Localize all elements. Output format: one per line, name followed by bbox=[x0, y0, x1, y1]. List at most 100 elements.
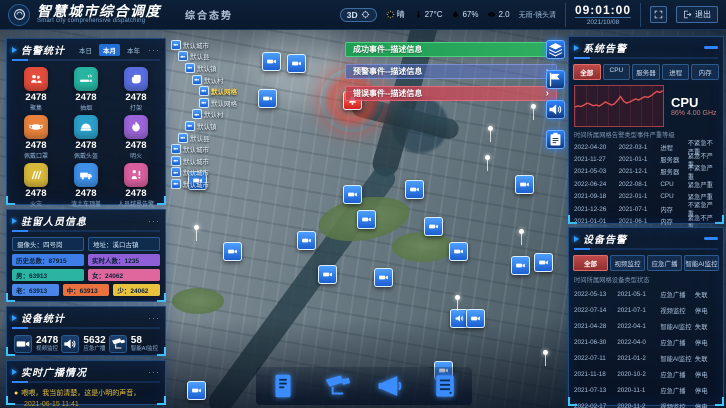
map-marker[interactable] bbox=[511, 256, 530, 275]
toolbar-button[interactable] bbox=[376, 371, 406, 401]
table-row[interactable]: 2022-06-24 2022-08-1 CPU 紧急严重 bbox=[574, 178, 718, 190]
table-row[interactable]: 2021-05-03 2021-12-1 服务器 不紧急严重 bbox=[574, 166, 718, 178]
map-marker[interactable] bbox=[449, 242, 468, 261]
layer-tree-item[interactable]: 默认村 bbox=[171, 74, 237, 86]
mode-3d-toggle[interactable]: 3D bbox=[340, 8, 377, 22]
alarm-stat-cell[interactable]: 2478 抽烟 bbox=[61, 67, 111, 112]
layer-tree-item[interactable]: 默认城市 bbox=[171, 178, 237, 190]
layer-tree-item[interactable]: 默认网格 bbox=[171, 97, 237, 109]
rail-button[interactable] bbox=[546, 70, 565, 89]
alarm-stat-cell[interactable]: 2478 打架 bbox=[111, 67, 161, 112]
toolbar-button[interactable] bbox=[322, 371, 352, 401]
device-stat-item[interactable]: 58 智能AI监控 bbox=[109, 335, 158, 353]
rail-button[interactable] bbox=[546, 40, 565, 59]
alarm-stat-cell[interactable]: 2478 明火 bbox=[111, 115, 161, 160]
table-row[interactable]: 2022-02-17 2020-11-2 视频监控 停电 bbox=[574, 398, 718, 408]
layer-tree-item[interactable]: 默认城市 bbox=[171, 39, 237, 51]
layer-tree-item[interactable]: 默认县 bbox=[171, 51, 237, 63]
rail-button[interactable] bbox=[546, 100, 565, 119]
device-alarm-tab[interactable]: 智能AI监控 bbox=[684, 255, 719, 271]
table-row[interactable]: 2021-04-28 2022-04-1 智能AI监控 失联 bbox=[574, 318, 718, 334]
more-menu-icon[interactable]: ··· bbox=[148, 218, 160, 224]
more-menu-icon[interactable]: ··· bbox=[148, 315, 160, 321]
poi-dot[interactable] bbox=[485, 155, 490, 160]
layer-tree-item[interactable]: 默认网格 bbox=[171, 85, 237, 97]
table-row[interactable]: 2021-11-18 2020-10-2 应急广播 停电 bbox=[574, 366, 718, 382]
alarm-stat-cell[interactable]: 2478 人员越界告警 bbox=[111, 163, 161, 208]
map-marker[interactable] bbox=[405, 180, 424, 199]
map-marker[interactable] bbox=[343, 185, 362, 204]
marker-icon bbox=[450, 243, 467, 260]
toolbar-button[interactable] bbox=[430, 371, 460, 401]
map-marker[interactable] bbox=[534, 253, 553, 272]
event-toast[interactable]: 错误事件--描述信息 › bbox=[345, 86, 557, 101]
map-marker[interactable] bbox=[287, 54, 306, 73]
system-alarm-tab[interactable]: 全部 bbox=[573, 64, 601, 80]
period-tab[interactable]: 本月 bbox=[99, 44, 120, 56]
map-marker[interactable] bbox=[223, 242, 242, 261]
map-marker[interactable] bbox=[515, 175, 534, 194]
layer-tree-item[interactable]: 默认村 bbox=[171, 109, 237, 121]
layer-tree-item[interactable]: 默认城市 bbox=[171, 143, 237, 155]
device-stat-item[interactable]: 2478 视频监控 bbox=[14, 335, 58, 353]
poi-dot[interactable] bbox=[531, 104, 536, 109]
rail-icon bbox=[547, 41, 564, 58]
device-alarm-tab[interactable]: 应急广播 bbox=[647, 255, 682, 271]
event-toast[interactable]: 成功事件--描述信息 › bbox=[345, 42, 557, 57]
toolbar-button[interactable] bbox=[268, 371, 298, 401]
map-marker[interactable] bbox=[318, 265, 337, 284]
device-alarm-tab[interactable]: 全部 bbox=[573, 255, 608, 271]
device-alarm-tab[interactable]: 视频监控 bbox=[610, 255, 645, 271]
more-menu-icon[interactable]: ··· bbox=[148, 369, 160, 375]
map-marker[interactable] bbox=[297, 231, 316, 250]
personnel-row: 男：63913女：24062 bbox=[12, 269, 160, 281]
marker-icon bbox=[259, 90, 276, 107]
table-row[interactable]: 2022-07-14 2021-07-1 视频监控 停电 bbox=[574, 302, 718, 318]
map-marker[interactable] bbox=[262, 52, 281, 71]
tab-overview[interactable]: 综合态势 bbox=[185, 7, 233, 22]
alarm-stat-cell[interactable]: 2478 火灾 bbox=[11, 163, 61, 208]
poi-dot[interactable] bbox=[488, 126, 493, 131]
layer-tree-item[interactable]: 默认县 bbox=[171, 132, 237, 144]
event-toast[interactable]: 预警事件--描述信息 › bbox=[345, 64, 557, 79]
map-marker[interactable] bbox=[258, 89, 277, 108]
toolbar-icon bbox=[268, 371, 298, 401]
scroll-indicator[interactable] bbox=[704, 237, 718, 240]
layer-tree-item[interactable]: 默认镇 bbox=[171, 62, 237, 74]
map-marker[interactable] bbox=[466, 309, 485, 328]
map-marker[interactable] bbox=[424, 217, 443, 236]
alarm-stat-cell[interactable]: 2478 佩戴口罩 bbox=[11, 115, 61, 160]
table-row[interactable]: 2021-07-13 2020-11-1 应急广播 停电 bbox=[574, 382, 718, 398]
layer-tree-item[interactable]: 默认城市 bbox=[171, 167, 237, 179]
alarm-stat-cell[interactable]: 2478 渣土车顶盖 bbox=[61, 163, 111, 208]
rail-button[interactable] bbox=[546, 130, 565, 149]
fullscreen-button[interactable] bbox=[650, 6, 667, 23]
poi-dot[interactable] bbox=[194, 225, 199, 230]
poi-dot[interactable] bbox=[543, 350, 548, 355]
layer-tree-item[interactable]: 默认镇 bbox=[171, 120, 237, 132]
poi-dot[interactable] bbox=[455, 295, 460, 300]
exit-button[interactable]: 退出 bbox=[676, 6, 718, 23]
map-marker[interactable] bbox=[187, 381, 206, 400]
scroll-indicator[interactable] bbox=[704, 46, 718, 49]
alarm-type-icon bbox=[24, 67, 48, 91]
system-alarm-tab[interactable]: 内存 bbox=[691, 64, 719, 80]
map-marker[interactable] bbox=[357, 210, 376, 229]
period-tab[interactable]: 本日 bbox=[75, 44, 96, 56]
alarm-stat-cell[interactable]: 2478 聚集 bbox=[11, 67, 61, 112]
table-row[interactable]: 2022-05-13 2021-05-1 应急广播 失联 bbox=[574, 286, 718, 302]
more-menu-icon[interactable]: ··· bbox=[148, 47, 160, 53]
system-alarm-tab[interactable]: 进程 bbox=[662, 64, 690, 80]
alarm-stat-cell[interactable]: 2478 佩戴头盔 bbox=[61, 115, 111, 160]
table-row[interactable]: 2021-06-30 2022-04-0 应急广播 停电 bbox=[574, 334, 718, 350]
table-row[interactable]: 2021-01-01 2021-06-1 内存 紧急不严重 bbox=[574, 215, 718, 227]
layer-tree-item[interactable]: 默认城市 bbox=[171, 155, 237, 167]
period-tab[interactable]: 本年 bbox=[123, 44, 144, 56]
system-alarm-tab[interactable]: CPU bbox=[603, 64, 631, 80]
table-row[interactable]: 2022-07-11 2021-01-2 智能AI监控 失联 bbox=[574, 350, 718, 366]
device-stat-item[interactable]: 5632 应急广播 bbox=[61, 335, 105, 353]
system-alarm-tab[interactable]: 服务器 bbox=[632, 64, 660, 80]
rail-icon bbox=[547, 101, 564, 118]
map-marker[interactable] bbox=[374, 268, 393, 287]
poi-dot[interactable] bbox=[519, 229, 524, 234]
